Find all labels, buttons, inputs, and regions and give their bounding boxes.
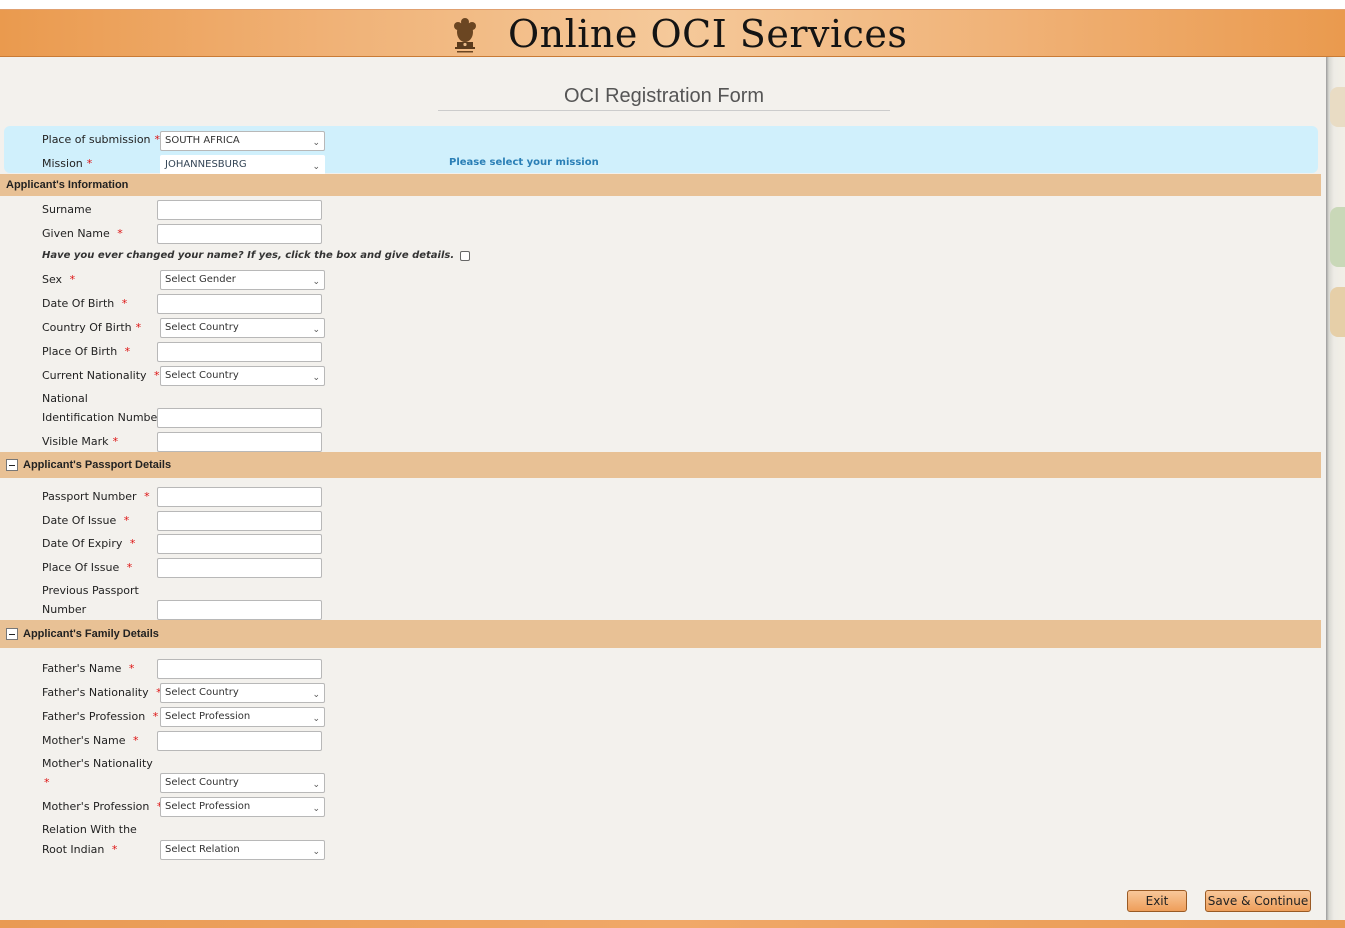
father-name-label: Father's Name * [42, 662, 135, 675]
national-id-label-line1: National [42, 392, 88, 405]
date-of-issue-input[interactable] [157, 511, 322, 531]
previous-passport-label-line1: Previous Passport [42, 584, 139, 597]
mother-nationality-label-line1: Mother's Nationality [42, 757, 153, 770]
chevron-down-icon: ⌄ [312, 138, 320, 148]
place-of-submission-label: Place of submission * [42, 133, 161, 146]
relation-label-line1: Relation With the [42, 823, 137, 836]
chevron-down-icon: ⌄ [312, 804, 320, 814]
mother-nationality-label-line2: * [44, 776, 50, 789]
save-continue-button[interactable]: Save & Continue [1205, 890, 1311, 912]
mother-profession-label: Mother's Profession * [42, 800, 163, 813]
surname-input[interactable] [157, 200, 322, 220]
given-name-label: Given Name * [42, 227, 123, 240]
state-emblem-icon [454, 18, 476, 53]
chevron-down-icon: ⌄ [312, 780, 320, 790]
previous-passport-label-line2: Number [42, 603, 87, 616]
chevron-down-icon: ⌄ [312, 277, 320, 287]
current-nationality-select[interactable]: Select Country ⌄ [160, 366, 325, 386]
previous-passport-input[interactable] [157, 600, 322, 620]
form-title: OCI Registration Form [438, 85, 890, 111]
header-title: Online OCI Services [508, 12, 908, 56]
mission-note: Please select your mission [449, 157, 599, 168]
minus-square-icon[interactable] [6, 459, 18, 471]
given-name-input[interactable] [157, 224, 322, 244]
place-of-birth-input[interactable] [157, 342, 322, 362]
passport-number-label: Passport Number * [42, 490, 150, 503]
father-profession-select[interactable]: Select Profession ⌄ [160, 707, 325, 727]
father-profession-label: Father's Profession * [42, 710, 159, 723]
mission-select[interactable]: JOHANNESBURG ⌄ [160, 155, 325, 175]
date-of-expiry-input[interactable] [157, 534, 322, 554]
visible-mark-input[interactable] [157, 432, 322, 452]
date-of-birth-label: Date Of Birth * [42, 297, 128, 310]
form-page: OCI Registration Form Place of submissio… [0, 57, 1326, 920]
page-footer-bar [0, 920, 1345, 928]
mother-name-input[interactable] [157, 731, 322, 751]
relation-label-line2: Root Indian * [42, 843, 118, 856]
chevron-down-icon: ⌄ [312, 325, 320, 335]
place-of-issue-label: Place Of Issue * [42, 561, 133, 574]
country-of-birth-label: Country Of Birth * [42, 321, 142, 334]
father-nationality-label: Father's Nationality * [42, 686, 162, 699]
current-nationality-label: Current Nationality * [42, 369, 160, 382]
family-details-header[interactable]: Applicant's Family Details [0, 620, 1321, 648]
name-change-question: Have you ever changed your name? If yes,… [42, 250, 471, 261]
passport-details-header[interactable]: Applicant's Passport Details [0, 452, 1321, 478]
chevron-down-icon: ⌄ [312, 714, 320, 724]
mother-name-label: Mother's Name * [42, 734, 139, 747]
chevron-down-icon: ⌄ [312, 690, 320, 700]
mission-label: Mission * [42, 157, 93, 170]
date-of-issue-label: Date Of Issue * [42, 514, 130, 527]
national-id-label-line2: Identification Number [42, 411, 162, 424]
country-of-birth-select[interactable]: Select Country ⌄ [160, 318, 325, 338]
sex-select[interactable]: Select Gender ⌄ [160, 270, 325, 290]
surname-label: Surname [42, 203, 92, 216]
date-of-expiry-label: Date Of Expiry * [42, 537, 136, 550]
header-branding: Online OCI Services [448, 10, 907, 58]
mother-profession-select[interactable]: Select Profession ⌄ [160, 797, 325, 817]
father-name-input[interactable] [157, 659, 322, 679]
site-header: Online OCI Services [0, 9, 1345, 57]
place-of-issue-input[interactable] [157, 558, 322, 578]
place-of-birth-label: Place Of Birth * [42, 345, 131, 358]
chevron-down-icon: ⌄ [312, 373, 320, 383]
relation-select[interactable]: Select Relation ⌄ [160, 840, 325, 860]
applicant-info-header: Applicant's Information [0, 174, 1321, 196]
minus-square-icon[interactable] [6, 628, 18, 640]
chevron-down-icon: ⌄ [312, 847, 320, 857]
national-id-input[interactable] [157, 408, 322, 428]
right-edge-decoration [1326, 57, 1345, 920]
sex-label: Sex * [42, 273, 76, 286]
passport-number-input[interactable] [157, 487, 322, 507]
visible-mark-label: Visible Mark * [42, 435, 119, 448]
place-of-submission-select[interactable]: SOUTH AFRICA ⌄ [160, 131, 325, 151]
name-change-checkbox[interactable] [460, 250, 471, 261]
mother-nationality-select[interactable]: Select Country ⌄ [160, 773, 325, 793]
father-nationality-select[interactable]: Select Country ⌄ [160, 683, 325, 703]
date-of-birth-input[interactable] [157, 294, 322, 314]
exit-button[interactable]: Exit [1127, 890, 1187, 912]
